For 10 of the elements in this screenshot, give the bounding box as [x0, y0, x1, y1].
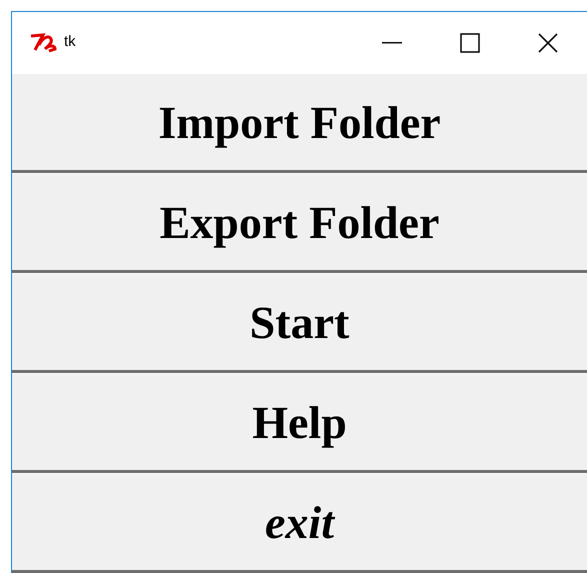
close-icon[interactable]: [538, 32, 558, 52]
feather-logo-icon: [29, 32, 58, 52]
menu-button[interactable]: Start: [12, 273, 587, 373]
maximize-icon[interactable]: [460, 32, 480, 52]
window-title: tk: [64, 32, 76, 52]
menu-button[interactable]: Import Folder: [12, 73, 587, 173]
menu-button[interactable]: exit: [12, 473, 587, 573]
menu-button[interactable]: Help: [12, 373, 587, 473]
minimize-icon[interactable]: [382, 42, 402, 44]
menu-button[interactable]: Export Folder: [12, 173, 587, 273]
